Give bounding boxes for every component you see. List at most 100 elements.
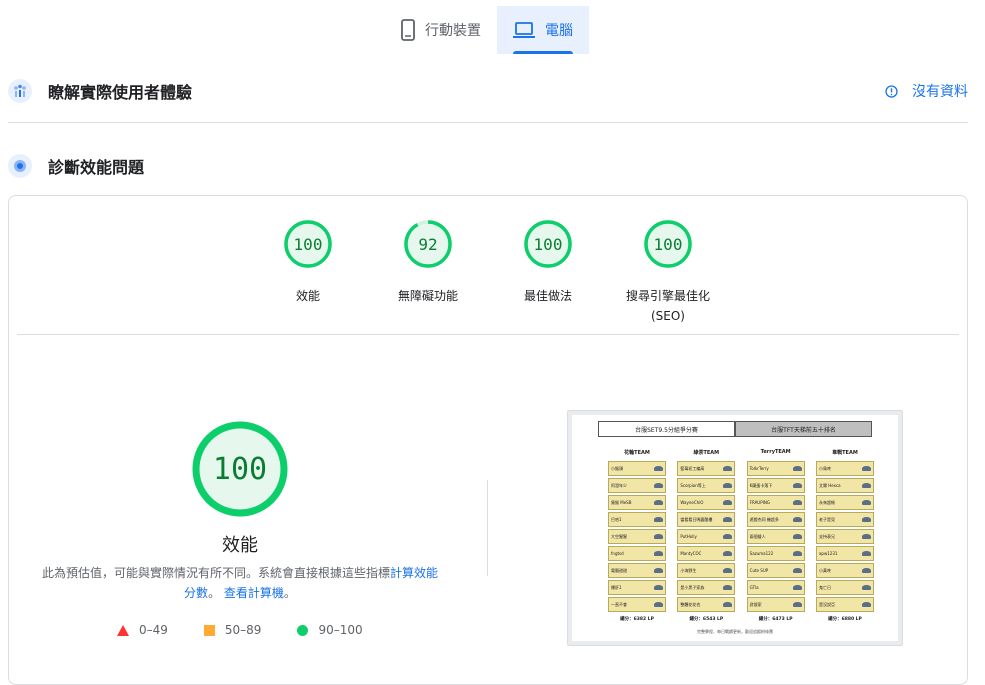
no-data-label: 沒有資料 xyxy=(912,84,968,100)
note-text: 此為預估值，可能與實際情況有所不同。系統會直接根據這些指標 xyxy=(41,566,390,580)
player-cell: 艾爾 Hexca xyxy=(815,478,874,493)
player-cell: 支持表兄 xyxy=(815,529,874,544)
player-cell: MantyCOC xyxy=(677,546,736,561)
rank-wing-icon xyxy=(861,534,871,539)
rank-wing-icon xyxy=(792,466,802,471)
player-cell: 小鳥咚 xyxy=(815,461,874,476)
player-cell: 小海野生 xyxy=(677,563,736,578)
gauge-seo[interactable]: 100 搜尋引擎最佳化 (SEO) xyxy=(608,220,728,326)
legend-pass: 90–100 xyxy=(297,623,363,637)
main-score-gauge: 100 xyxy=(192,421,288,517)
player-name: 小猴頭 xyxy=(611,465,623,471)
view-calculator-link[interactable]: 查看計算機 xyxy=(224,586,284,600)
rank-wing-icon xyxy=(654,585,663,590)
player-cell: TolkrTerry xyxy=(746,461,805,476)
card-divider xyxy=(17,334,959,335)
player-cell: 是小黑子家族 xyxy=(677,580,736,595)
gauge-best-practices[interactable]: 100 最佳做法 xyxy=(488,220,608,326)
lab-data-header: 診斷效能問題 xyxy=(8,154,968,178)
rank-wing-icon xyxy=(861,466,871,471)
screenshot-team: 韋戰TEAM 小鳥咚 艾爾 Hexca 永來超帳 老子是見 支持表兄 apw1231 小黃咚鬼… xyxy=(815,449,874,622)
player-cell: 小猴頭 xyxy=(608,461,666,476)
player-cell: 遊戲杰同 機超多 xyxy=(746,512,805,527)
player-cell: K蘭蛋卡落下 xyxy=(746,478,805,493)
rank-wing-icon xyxy=(861,585,871,590)
no-data-link[interactable]: 沒有資料 xyxy=(885,81,968,101)
rank-wing-icon xyxy=(723,568,733,573)
rank-wing-icon xyxy=(654,534,663,539)
rank-wing-icon xyxy=(861,483,871,488)
screenshot-footer: 完整賽程、每日戰績更新，歡迎追蹤粉絲團 xyxy=(697,629,773,634)
rank-wing-icon xyxy=(654,568,663,573)
player-name: 老子是見 xyxy=(818,516,835,522)
estimate-note: 此為預估值，可能與實際情況有所不同。系統會直接根據這些指標計算效能分數。 查看計… xyxy=(37,563,443,603)
player-name: K蘭蛋卡落下 xyxy=(749,482,773,488)
rank-wing-icon xyxy=(792,534,802,539)
screenshot-teams: 花輪TEAM 小猴頭 阿澄年少 猿猴 MeSB 巴哈1 大空猩猩 fngtsd 電腦甜甜 爆肝1… xyxy=(608,449,874,622)
rank-wing-icon xyxy=(723,500,733,505)
gauge-accessibility[interactable]: 92 無障礙功能 xyxy=(368,220,488,326)
player-name: 當看看日嗎露酸樓 xyxy=(680,516,713,522)
square-icon xyxy=(203,624,215,636)
main-score: 100 xyxy=(212,451,268,487)
rank-wing-icon xyxy=(654,551,663,556)
team-total: 總分：6543 LP xyxy=(689,617,724,622)
player-name: 兩個聲人 xyxy=(749,533,766,539)
main-score-label: 效能 xyxy=(222,535,258,556)
gauge-circle: 100 xyxy=(644,220,692,268)
team-total: 總分：6382 LP xyxy=(620,617,654,622)
rank-wing-icon xyxy=(792,551,802,556)
legend-label: 50–89 xyxy=(224,623,262,637)
tab-mobile-label: 行動裝置 xyxy=(425,23,481,39)
player-cell: Scorpion等上 xyxy=(677,478,736,493)
player-cell: 老子是見 xyxy=(815,512,874,527)
rank-wing-icon xyxy=(861,517,871,522)
player-name: TolkrTerry xyxy=(749,466,769,471)
player-cell: 鬼亡日 xyxy=(815,580,874,595)
diagnose-icon xyxy=(8,154,32,178)
device-tabs: 行動裝置 電腦 xyxy=(385,6,589,54)
rank-wing-icon xyxy=(792,517,802,522)
player-name: 永來超帳 xyxy=(818,499,835,505)
gauge-performance[interactable]: 100 效能 xyxy=(248,220,368,326)
player-cell: WayneChiO xyxy=(677,495,736,510)
player-name: 小鳥咚 xyxy=(818,465,831,471)
rank-wing-icon xyxy=(723,534,733,539)
rank-wing-icon xyxy=(792,602,802,607)
player-cell: 小黃咚 xyxy=(815,563,874,578)
player-name: 電腦甜甜 xyxy=(611,567,627,573)
player-name: 鬼亡日 xyxy=(818,584,831,590)
player-cell: 是沒說亞 xyxy=(815,597,874,612)
gauge-score: 100 xyxy=(533,234,563,254)
screenshot-tab: 台服SET9.5分組爭分賽 xyxy=(598,421,735,437)
player-name: MantyCOC xyxy=(680,551,702,556)
gauge-row: 100 效能 92 無障礙功能 100 最佳做法 100 搜尋引擎最佳化 (SE… xyxy=(9,220,967,326)
player-name: Cute SUP xyxy=(749,568,769,573)
tab-mobile[interactable]: 行動裝置 xyxy=(385,6,497,54)
player-name: WayneChiO xyxy=(680,500,704,505)
player-cell: 兩個聲人 xyxy=(746,529,805,544)
lab-data-title: 診斷效能問題 xyxy=(48,158,145,177)
rank-wing-icon xyxy=(723,551,733,556)
player-name: Sazuma122 xyxy=(749,551,774,556)
player-cell: PutHolly xyxy=(677,529,736,544)
player-cell: FRAUPING xyxy=(746,495,805,510)
rank-wing-icon xyxy=(654,602,663,607)
screenshot-tabs: 台服SET9.5分組爭分賽 台服TFT天梯前五十排名 xyxy=(598,421,872,437)
tab-desktop[interactable]: 電腦 xyxy=(497,6,589,54)
player-name: PutHolly xyxy=(680,534,697,539)
player-name: 是小黑子家族 xyxy=(680,584,705,590)
player-name: 遊戲杰同 機超多 xyxy=(749,516,779,522)
gauge-label-sub: (SEO) xyxy=(650,309,685,323)
gauge-label: 搜尋引擎最佳化 (SEO) xyxy=(626,286,710,326)
note-end: 。 xyxy=(283,586,296,600)
player-name: fngtsd xyxy=(611,551,624,556)
player-name: 巴哈1 xyxy=(611,516,622,522)
rank-wing-icon xyxy=(723,602,733,607)
player-cell: 巴哈1 xyxy=(608,512,666,527)
player-name: 支持表兄 xyxy=(818,533,835,539)
player-cell: fngtsd xyxy=(608,546,666,561)
player-cell: 阿澄年少 xyxy=(608,478,666,493)
gauge-circle: 100 xyxy=(524,220,572,268)
player-name: 小黃咚 xyxy=(818,567,831,573)
